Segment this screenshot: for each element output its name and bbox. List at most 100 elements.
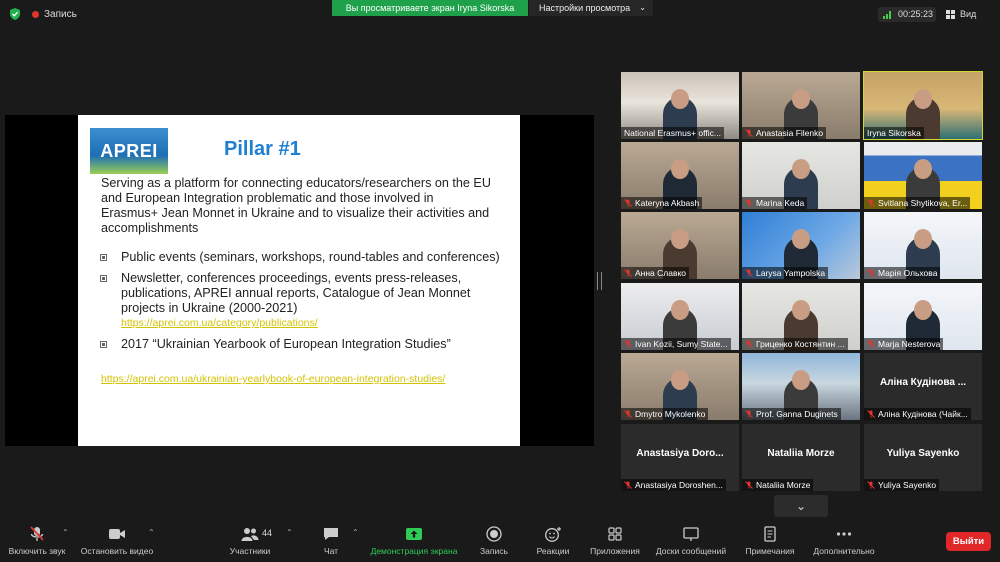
participant-tile[interactable]: Svitlana Shytikova, Er... [864, 142, 982, 209]
bullet-text: Public events (seminars, workshops, roun… [121, 250, 500, 264]
participant-name-label: Nataliia Morze [742, 479, 814, 491]
view-settings-dropdown[interactable]: Настройки просмотра ⌄ [529, 0, 653, 16]
participant-name: Iryna Sikorska [867, 128, 921, 138]
presentation-slide: APREI Pillar #1 Serving as a platform fo… [78, 115, 520, 446]
recording-indicator[interactable]: Запись [32, 6, 77, 22]
bullet-item: 2017 “Ukrainian Yearbook of European Int… [100, 337, 510, 352]
meeting-toolbar: Включить звук ⌃ Остановить видео ⌃ Участ… [0, 520, 1000, 562]
share-screen-button[interactable]: Демонстрация экрана [368, 526, 460, 556]
participant-tile[interactable]: Марія Ольхова [864, 212, 982, 279]
participant-name-label: Marja Nesterova [864, 338, 944, 350]
reactions-label: Реакции [536, 546, 570, 556]
participants-options-caret-icon[interactable]: ⌃ [286, 528, 293, 537]
participant-tile[interactable]: Nataliia Morze Nataliia Morze [742, 424, 860, 491]
participant-tile[interactable]: Ivan Kozii, Sumy State... [621, 283, 739, 350]
participant-head [914, 159, 932, 179]
apps-button[interactable]: Приложения [586, 526, 644, 556]
participant-name-label: Anastasia Filenko [742, 127, 827, 139]
participant-name: Анна Славко [635, 268, 687, 278]
share-screen-icon [406, 528, 422, 540]
participant-name-label: Марія Ольхова [864, 267, 941, 279]
more-button[interactable]: Дополнительно [810, 526, 878, 556]
view-settings-label: Настройки просмотра [539, 3, 631, 13]
participant-head [671, 370, 689, 390]
record-label: Запись [480, 546, 508, 556]
participant-tile[interactable]: Anastasiya Doro... Anastasiya Doroshen... [621, 424, 739, 491]
notes-button[interactable]: Примечания [741, 526, 799, 556]
whiteboards-button[interactable]: Доски сообщений [652, 526, 730, 556]
participant-tile[interactable]: Kateryna Akbash [621, 142, 739, 209]
top-bar: Запись Вы просматриваете экран Iryna Sik… [0, 0, 1000, 28]
view-label: Вид [960, 9, 977, 19]
signal-strength-icon [883, 11, 891, 19]
muted-mic-icon [867, 199, 875, 207]
muted-mic-icon [30, 526, 44, 541]
participant-tile[interactable]: Iryna Sikorska [863, 71, 983, 140]
participant-tile[interactable]: Аліна Кудінова ... Аліна Кудінова (Чайк..… [864, 353, 982, 420]
muted-mic-icon [624, 340, 632, 348]
record-button[interactable]: Запись [477, 526, 511, 556]
participant-tile[interactable]: Larysa Yampolska [742, 212, 860, 279]
chat-bubble-icon [324, 528, 338, 540]
muted-mic-icon [624, 269, 632, 277]
gallery-next-button[interactable]: ⌄ [774, 495, 828, 517]
chat-label: Чат [323, 546, 339, 556]
notes-icon [764, 526, 776, 542]
resize-handle[interactable] [597, 272, 602, 290]
participant-head [914, 300, 932, 320]
bullet-marker-icon [100, 254, 107, 261]
unmute-button[interactable]: Включить звук [6, 526, 68, 556]
participant-name: Гриценко Костянтин ... [756, 339, 845, 349]
participant-name-label: Kateryna Akbash [621, 197, 703, 209]
participant-name: Марія Ольхова [878, 268, 938, 278]
audio-options-caret-icon[interactable]: ⌃ [62, 528, 69, 537]
participant-name: Dmytro Mykolenko [635, 409, 706, 419]
muted-mic-icon [624, 410, 632, 418]
unmute-label: Включить звук [8, 546, 66, 556]
participant-tile[interactable]: Гриценко Костянтин ... [742, 283, 860, 350]
chat-options-caret-icon[interactable]: ⌃ [352, 528, 359, 537]
participant-tile[interactable]: Yuliya Sayenko Yuliya Sayenko [864, 424, 982, 491]
participant-head [671, 229, 689, 249]
security-shield-icon[interactable] [9, 8, 21, 20]
record-dot-icon [32, 10, 39, 18]
muted-mic-icon [745, 340, 753, 348]
bullet-item: Newsletter, conferences proceedings, eve… [100, 271, 510, 331]
slide-bullet-list: Public events (seminars, workshops, roun… [100, 250, 510, 358]
participant-tile[interactable]: National Erasmus+ offic... [621, 72, 739, 139]
participant-name-label: Marina Keda [742, 197, 808, 209]
muted-mic-icon [745, 481, 753, 489]
yearbook-link[interactable]: https://aprei.com.ua/ukrainian-yearlyboo… [101, 373, 445, 385]
publications-link[interactable]: https://aprei.com.ua/category/publicatio… [121, 316, 510, 331]
view-button[interactable]: Вид [944, 7, 976, 22]
participant-tile[interactable]: Анна Славко [621, 212, 739, 279]
video-options-caret-icon[interactable]: ⌃ [148, 528, 155, 537]
participant-name: National Erasmus+ offic... [624, 128, 721, 138]
meeting-timer: 00:25:23 [878, 7, 936, 22]
participant-name-label: Ivan Kozii, Sumy State... [621, 338, 731, 350]
participant-tile[interactable]: Dmytro Mykolenko [621, 353, 739, 420]
participant-tile[interactable]: Marina Keda [742, 142, 860, 209]
participant-display-name: Yuliya Sayenko [886, 448, 960, 459]
muted-mic-icon [745, 410, 753, 418]
reactions-button[interactable]: Реакции [534, 526, 572, 556]
participant-name: Yuliya Sayenko [878, 480, 937, 490]
participant-tile[interactable]: Marja Nesterova [864, 283, 982, 350]
participant-name: Anastasiya Doroshen... [635, 480, 723, 490]
leave-button[interactable]: Выйти [946, 532, 991, 551]
participant-tile[interactable]: Prof. Ganna Duginets [742, 353, 860, 420]
stop-video-label: Остановить видео [80, 546, 154, 556]
muted-mic-icon [624, 481, 632, 489]
participant-name: Ivan Kozii, Sumy State... [635, 339, 728, 349]
muted-mic-icon [745, 129, 753, 137]
participant-head [792, 159, 810, 179]
chat-button[interactable]: Чат [318, 526, 344, 556]
muted-mic-icon [867, 340, 875, 348]
more-dots-icon [836, 532, 852, 536]
stop-video-button[interactable]: Остановить видео [78, 526, 156, 556]
participant-name-label: Prof. Ganna Duginets [742, 408, 841, 420]
bullet-marker-icon [100, 275, 107, 282]
whiteboards-label: Доски сообщений [655, 546, 727, 556]
muted-mic-icon [745, 199, 753, 207]
participant-tile[interactable]: Anastasia Filenko [742, 72, 860, 139]
